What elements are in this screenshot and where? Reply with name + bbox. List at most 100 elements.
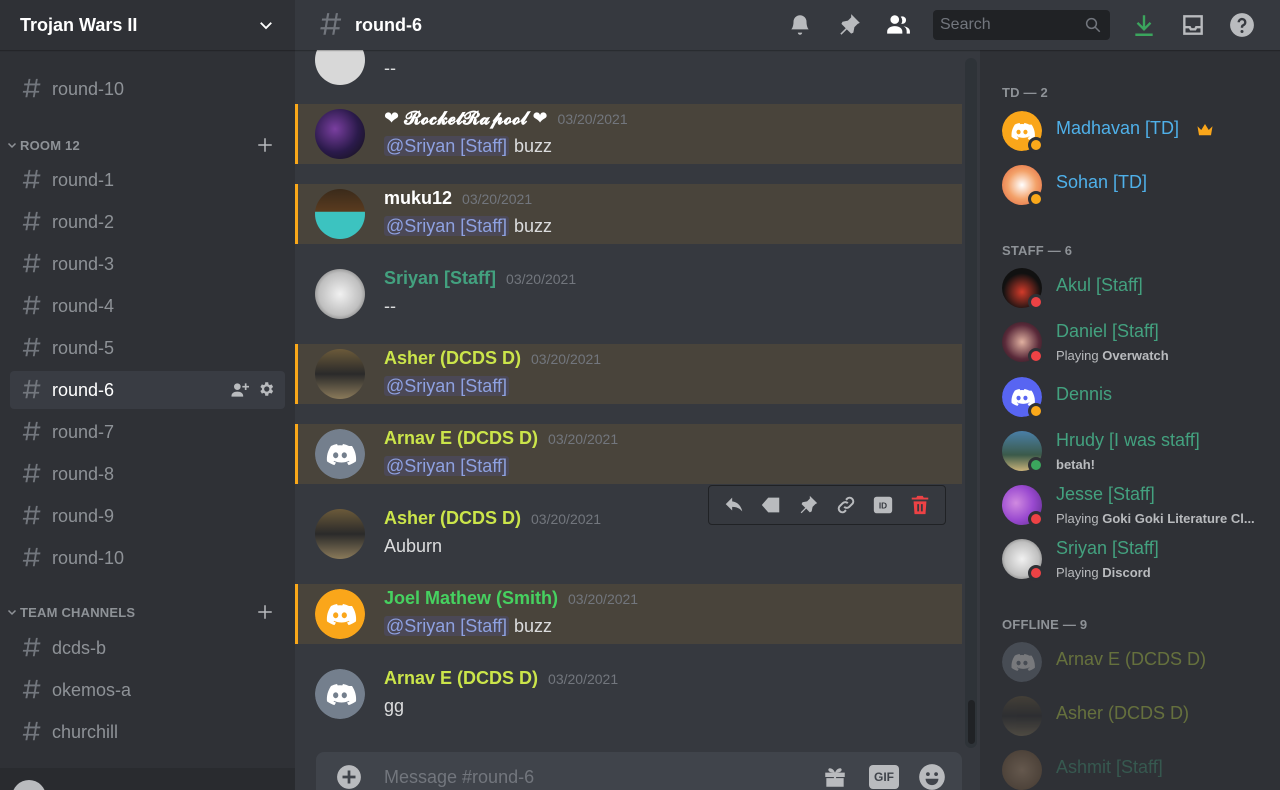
gift-icon[interactable]	[822, 764, 848, 790]
message[interactable]: ❤ 𝓡𝓸𝓬𝓴𝓮𝓽𝓡𝓪𝓹𝓸𝓸𝓵 ❤ 03/20/2021 @Sriyan [Staff…	[295, 104, 962, 164]
message-avatar[interactable]	[315, 589, 365, 639]
category-team-channels[interactable]: TEAM CHANNELS	[6, 602, 286, 622]
scrollbar-thumb[interactable]	[968, 700, 975, 744]
member-item[interactable]: Madhavan [TD]	[1002, 109, 1272, 153]
message[interactable]: Arnav E (DCDS D) 03/20/2021 gg	[295, 664, 962, 724]
message-avatar[interactable]	[315, 189, 365, 239]
message-author[interactable]: muku12	[384, 188, 452, 209]
member-activity: betah!	[1056, 457, 1095, 472]
message[interactable]: Joel Mathew (Smith) 03/20/2021 @Sriyan [St…	[295, 584, 962, 644]
help-icon[interactable]	[1229, 12, 1255, 38]
pin-icon[interactable]	[797, 494, 819, 516]
member-item[interactable]: Akul [Staff]	[1002, 266, 1272, 310]
member-item[interactable]: Sohan [TD]	[1002, 163, 1272, 207]
bell-icon[interactable]	[787, 12, 813, 38]
channel-round-3[interactable]: round-3	[10, 245, 285, 283]
message-author[interactable]: Joel Mathew (Smith)	[384, 588, 558, 609]
channel-list[interactable]: round-10 ROOM 12 round-1 round-2 round-3 ro…	[0, 50, 295, 768]
member-item[interactable]: Asher (DCDS D)	[1002, 694, 1272, 738]
discord-logo-icon	[315, 589, 365, 639]
channel-round-4[interactable]: round-4	[10, 287, 285, 325]
channel-round-6[interactable]: round-6	[10, 371, 285, 409]
message-avatar[interactable]	[315, 109, 365, 159]
invite-icon[interactable]	[229, 380, 249, 400]
message[interactable]: --	[295, 50, 962, 90]
search-box[interactable]	[933, 10, 1110, 40]
message[interactable]: Sriyan [Staff] 03/20/2021 --	[295, 264, 962, 324]
status-idle-icon	[1028, 191, 1044, 207]
channel-round-8[interactable]: round-8	[10, 455, 285, 493]
channel-round-2[interactable]: round-2	[10, 203, 285, 241]
chevron-down-icon[interactable]	[257, 16, 275, 34]
emoji-icon[interactable]	[918, 763, 946, 790]
category-room-12[interactable]: ROOM 12	[6, 135, 286, 155]
member-item[interactable]: Dennis	[1002, 375, 1272, 419]
message-content: @Sriyan [Staff] buzz	[384, 616, 552, 637]
status-dnd-icon	[1028, 565, 1044, 581]
message-avatar[interactable]	[315, 509, 365, 559]
link-icon[interactable]	[835, 494, 857, 516]
message-avatar[interactable]	[315, 50, 365, 85]
user-avatar[interactable]	[12, 780, 46, 790]
scrollbar-track[interactable]	[965, 58, 977, 748]
channel-round-1[interactable]: round-1	[10, 161, 285, 199]
channel-round-5[interactable]: round-5	[10, 329, 285, 367]
pin-icon[interactable]	[836, 12, 862, 38]
message-avatar[interactable]	[315, 429, 365, 479]
member-item[interactable]: Sriyan [Staff] Playing Discord	[1002, 537, 1272, 581]
user-mention[interactable]: @Sriyan [Staff]	[384, 376, 509, 396]
channel-name: round-4	[52, 295, 115, 316]
message-avatar[interactable]	[315, 269, 365, 319]
search-input[interactable]	[940, 16, 1080, 34]
user-mention[interactable]: @Sriyan [Staff]	[384, 456, 509, 476]
add-attachment-icon[interactable]	[336, 764, 362, 790]
message[interactable]: Arnav E (DCDS D) 03/20/2021 @Sriyan [Staff…	[295, 424, 962, 484]
channel-round-9[interactable]: round-9	[10, 497, 285, 535]
message-author[interactable]: Arnav E (DCDS D)	[384, 668, 538, 689]
message-author[interactable]: Asher (DCDS D)	[384, 508, 521, 529]
channel-round-7[interactable]: round-7	[10, 413, 285, 451]
member-item[interactable]: Hrudy [I was staff] betah!	[1002, 429, 1272, 473]
member-item[interactable]: Ashmit [Staff]	[1002, 748, 1272, 790]
channel-sidebar: round-10 ROOM 12 round-1 round-2 round-3 ro…	[0, 0, 295, 790]
message[interactable]: Asher (DCDS D) 03/20/2021 @Sriyan [Staff]	[295, 344, 962, 404]
message-author[interactable]: Asher (DCDS D)	[384, 348, 521, 369]
search-icon[interactable]	[1084, 16, 1102, 34]
message-author[interactable]: Sriyan [Staff]	[384, 268, 496, 289]
message-author[interactable]: ❤ 𝓡𝓸𝓬𝓴𝓮𝓽𝓡𝓪𝓹𝓸𝓸𝓵 ❤	[384, 108, 548, 129]
delete-icon[interactable]	[909, 494, 931, 516]
channel-round-10-top[interactable]: round-10	[10, 70, 285, 108]
channel-name: round-1	[52, 169, 115, 190]
id-icon[interactable]: ID	[872, 494, 894, 516]
member-activity: Playing Overwatch	[1056, 348, 1169, 363]
user-mention[interactable]: @Sriyan [Staff]	[384, 216, 509, 236]
message-input[interactable]	[384, 764, 784, 790]
message-author[interactable]: Arnav E (DCDS D)	[384, 428, 538, 449]
user-mention[interactable]: @Sriyan [Staff]	[384, 616, 509, 636]
member-list[interactable]: TD — 2 Madhavan [TD] Sohan [TD] STAFF — 6 Ak…	[980, 50, 1280, 790]
channel-churchill[interactable]: churchill	[10, 713, 285, 751]
server-header[interactable]: Trojan Wars II	[0, 0, 295, 50]
message-avatar[interactable]	[315, 349, 365, 399]
members-icon[interactable]	[885, 12, 911, 38]
member-name: Akul [Staff]	[1056, 275, 1143, 295]
member-item[interactable]: Arnav E (DCDS D)	[1002, 640, 1272, 684]
inbox-icon[interactable]	[1180, 12, 1206, 38]
download-icon[interactable]	[1131, 12, 1157, 38]
add-channel-icon[interactable]	[256, 136, 274, 154]
reply-icon[interactable]	[723, 494, 745, 516]
channel-round-10[interactable]: round-10	[10, 539, 285, 577]
channel-dcds-b[interactable]: dcds-b	[10, 629, 285, 667]
member-item[interactable]: Daniel [Staff] Playing Overwatch	[1002, 320, 1272, 364]
message[interactable]: muku12 03/20/2021 @Sriyan [Staff] buzz	[295, 184, 962, 244]
gear-icon[interactable]	[257, 380, 275, 398]
user-mention[interactable]: @Sriyan [Staff]	[384, 136, 509, 156]
add-channel-icon[interactable]	[256, 603, 274, 621]
member-item[interactable]: Jesse [Staff] Playing Goki Goki Literatur…	[1002, 483, 1272, 527]
channel-okemos-a[interactable]: okemos-a	[10, 671, 285, 709]
gif-button[interactable]: GIF	[869, 765, 899, 789]
tag-icon[interactable]	[760, 494, 782, 516]
chat-header: round-6	[295, 0, 1280, 50]
message-avatar[interactable]	[315, 669, 365, 719]
message-list[interactable]: -- ❤ 𝓡𝓸𝓬𝓴𝓮𝓽𝓡𝓪𝓹𝓸𝓸𝓵 ❤ 03/20/2021 @Sriyan [Sta…	[295, 50, 980, 740]
